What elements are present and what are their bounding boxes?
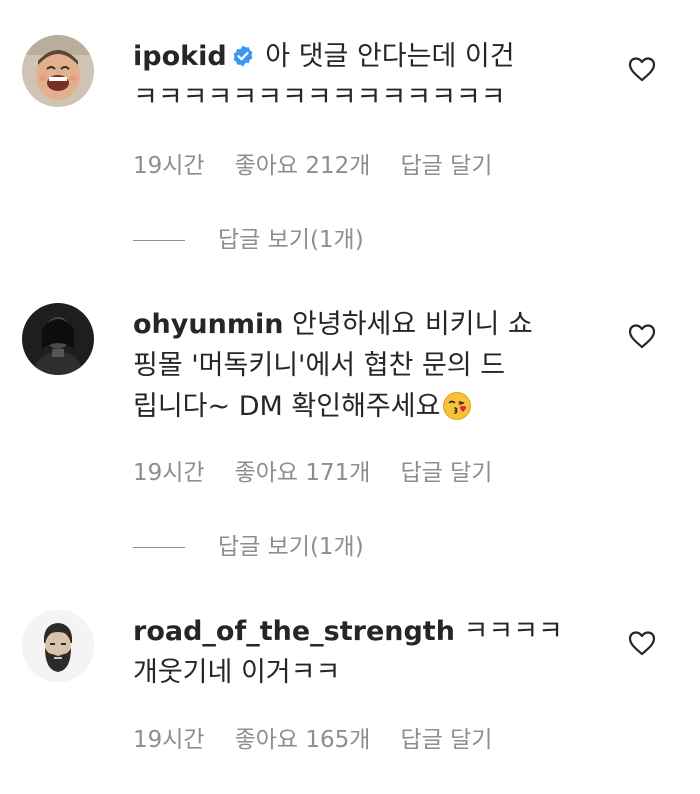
comment-username[interactable]: road_of_the_strength xyxy=(133,616,455,647)
avatar-ipokid[interactable] xyxy=(22,35,94,107)
comment-time: 19시간 xyxy=(133,460,205,486)
comment-text-line: 개웃기네 이거ㅋㅋ xyxy=(133,657,341,688)
reply-button[interactable]: 답글 달기 xyxy=(400,453,492,487)
verified-badge-icon xyxy=(233,45,253,67)
reply-button[interactable]: 답글 달기 xyxy=(400,720,492,754)
comment-text-line: 핑몰 '머독키니'에서 협찬 문의 드 xyxy=(133,350,506,381)
likes-count[interactable]: 좋아요 165개 xyxy=(235,720,371,754)
avatar-ohyunmin[interactable] xyxy=(22,303,94,375)
comment-time: 19시간 xyxy=(133,727,205,753)
likes-count[interactable]: 좋아요 212개 xyxy=(235,146,371,180)
comment-time: 19시간 xyxy=(133,153,205,179)
comment-text-line: 안녕하세요 비키니 쇼 xyxy=(292,309,533,340)
comment-text: road_of_the_strength ㅋㅋㅋㅋ 개웃기네 이거ㅋㅋ xyxy=(133,611,603,693)
view-replies-divider xyxy=(133,240,185,241)
view-replies-button[interactable]: 답글 보기(1개) xyxy=(133,527,364,561)
comment-text: ipokid 아 댓글 안다는데 이건 ㅋㅋㅋㅋㅋㅋㅋㅋㅋㅋㅋㅋㅋㅋㅋ xyxy=(133,36,603,118)
dark-portrait-avatar-icon xyxy=(22,303,94,375)
comment-body: road_of_the_strength ㅋㅋㅋㅋ 개웃기네 이거ㅋㅋ xyxy=(133,611,603,693)
view-replies-label: 답글 보기(1개) xyxy=(218,227,364,253)
comment-meta: 19시간 좋아요 171개 답글 달기 xyxy=(133,453,492,487)
comment-meta: 19시간 좋아요 212개 답글 달기 xyxy=(133,146,492,180)
comment-text-line: 립니다~ DM 확인해주세요 xyxy=(133,391,441,422)
comment-text-line: 아 댓글 안다는데 이건 xyxy=(265,41,515,72)
comment-username[interactable]: ipokid xyxy=(133,41,227,72)
view-replies-divider xyxy=(133,547,185,548)
view-replies-label: 답글 보기(1개) xyxy=(218,534,364,560)
comment-meta: 19시간 좋아요 165개 답글 달기 xyxy=(133,720,492,754)
heart-outline-icon[interactable] xyxy=(628,323,656,349)
comment-text-line: ㅋㅋㅋㅋ xyxy=(463,616,563,647)
comment-username[interactable]: ohyunmin xyxy=(133,309,283,340)
face-blowing-kiss-emoji-icon xyxy=(443,392,472,420)
heart-outline-icon[interactable] xyxy=(628,630,656,656)
comment-body: ipokid 아 댓글 안다는데 이건 ㅋㅋㅋㅋㅋㅋㅋㅋㅋㅋㅋㅋㅋㅋㅋ xyxy=(133,36,603,118)
comment-text: ohyunmin 안녕하세요 비키니 쇼핑몰 '머독키니'에서 협찬 문의 드립… xyxy=(133,304,603,427)
avatar-road-of-the-strength[interactable] xyxy=(22,610,94,682)
laughing-child-avatar-icon xyxy=(22,35,94,107)
comment-body: ohyunmin 안녕하세요 비키니 쇼핑몰 '머독키니'에서 협찬 문의 드립… xyxy=(133,304,603,427)
reply-button[interactable]: 답글 달기 xyxy=(400,146,492,180)
comment-text-line: ㅋㅋㅋㅋㅋㅋㅋㅋㅋㅋㅋㅋㅋㅋㅋ xyxy=(133,82,506,113)
likes-count[interactable]: 좋아요 171개 xyxy=(235,453,371,487)
view-replies-button[interactable]: 답글 보기(1개) xyxy=(133,220,364,254)
heart-outline-icon[interactable] xyxy=(628,56,656,82)
bearded-man-avatar-icon xyxy=(22,610,94,682)
